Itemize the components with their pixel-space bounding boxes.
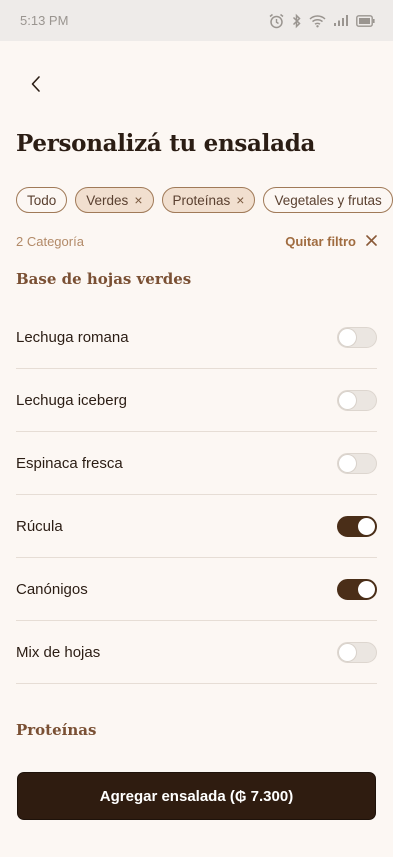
- toggle-switch[interactable]: [337, 515, 377, 537]
- chip-label: Vegetales y frutas: [274, 192, 382, 208]
- section-title-proteins: Proteínas: [16, 721, 97, 739]
- item-label: Lechuga romana: [16, 328, 129, 346]
- chip-verdes[interactable]: Verdes ×: [75, 187, 154, 213]
- bluetooth-icon: [292, 13, 302, 29]
- chip-label: Todo: [27, 192, 57, 208]
- list-item: Mix de hojas: [16, 621, 377, 684]
- toggle-switch[interactable]: [337, 578, 377, 600]
- chip-todo[interactable]: Todo: [16, 187, 68, 213]
- item-label: Espinaca fresca: [16, 454, 123, 472]
- back-button[interactable]: [22, 72, 50, 100]
- list-item: Canónigos: [16, 558, 377, 621]
- toggle-switch[interactable]: [337, 641, 377, 663]
- status-icons: [268, 13, 375, 29]
- list-item: Lechuga iceberg: [16, 369, 377, 432]
- greens-list: Lechuga romana Lechuga iceberg Espinaca …: [16, 306, 377, 684]
- toggle-switch[interactable]: [337, 389, 377, 411]
- close-icon[interactable]: ×: [236, 193, 244, 207]
- chevron-left-icon: [30, 75, 42, 98]
- add-salad-button[interactable]: Agregar ensalada (₲ 7.300): [17, 772, 376, 820]
- item-label: Rúcula: [16, 517, 63, 535]
- filter-row: 2 Categoría Quitar filtro: [16, 231, 377, 251]
- list-item: Espinaca fresca: [16, 432, 377, 495]
- add-salad-label: Agregar ensalada (₲ 7.300): [99, 787, 294, 805]
- close-icon[interactable]: ×: [134, 193, 142, 207]
- toggle-switch[interactable]: [337, 452, 377, 474]
- section-title-greens: Base de hojas verdes: [16, 270, 192, 288]
- category-chips: Todo Verdes × Proteínas × Vegetales y fr…: [16, 187, 393, 214]
- chip-vegetales-y-frutas[interactable]: Vegetales y frutas: [263, 187, 393, 213]
- list-item: Rúcula: [16, 495, 377, 558]
- status-time: 5:13 PM: [20, 13, 69, 28]
- battery-icon: [356, 14, 375, 27]
- item-label: Mix de hojas: [16, 643, 101, 661]
- chip-proteinas[interactable]: Proteínas ×: [161, 187, 256, 213]
- item-label: Canónigos: [16, 580, 88, 598]
- chip-label: Verdes: [86, 192, 129, 208]
- toggle-switch[interactable]: [337, 326, 377, 348]
- alarm-icon: [268, 13, 285, 29]
- signal-icon: [333, 14, 349, 27]
- list-item: Lechuga romana: [16, 306, 377, 369]
- category-count: 2 Categoría: [16, 233, 84, 249]
- close-icon: [366, 234, 377, 249]
- clear-filter-button[interactable]: Quitar filtro: [285, 234, 377, 249]
- wifi-icon: [309, 14, 326, 28]
- item-label: Lechuga iceberg: [16, 391, 127, 409]
- chip-label: Proteínas: [172, 192, 231, 208]
- clear-filter-label: Quitar filtro: [285, 233, 356, 249]
- status-bar: 5:13 PM: [0, 0, 393, 41]
- page-title: Personalizá tu ensalada: [16, 130, 316, 157]
